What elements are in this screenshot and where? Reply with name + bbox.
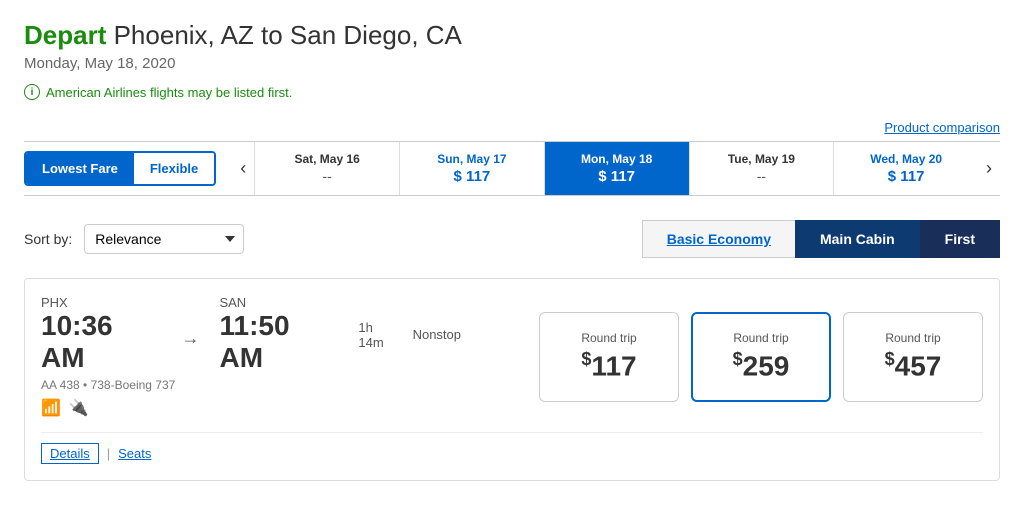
next-date-arrow[interactable]: › bbox=[978, 142, 1000, 195]
flight-duration: 1h 14m bbox=[358, 320, 400, 350]
wifi-icon: 📶 bbox=[41, 398, 61, 418]
price-card-first[interactable]: Round trip $457 bbox=[843, 312, 983, 402]
date-dash-sat16: -- bbox=[261, 168, 393, 184]
duration-stop: 1h 14m Nonstop bbox=[358, 320, 461, 350]
date-label-sun17: Sun, May 17 bbox=[406, 152, 538, 166]
date-cell-tue19[interactable]: Tue, May 19 -- bbox=[689, 142, 834, 195]
price-card-label-first: Round trip bbox=[885, 331, 940, 345]
arrive-time: 11:50 AM bbox=[219, 310, 338, 374]
date-label-tue19: Tue, May 19 bbox=[696, 152, 828, 166]
date-label-wed20: Wed, May 20 bbox=[840, 152, 972, 166]
notice-text: American Airlines flights may be listed … bbox=[46, 85, 292, 100]
price-card-amount-first: $457 bbox=[885, 349, 942, 382]
date-price-sun17: $ 117 bbox=[406, 168, 538, 185]
cabin-btn-main[interactable]: Main Cabin bbox=[795, 220, 920, 258]
sort-select[interactable]: RelevanceDepartureArrivalDurationPrice bbox=[84, 224, 244, 254]
flight-left: PHX 10:36 AM → SAN 11:50 AM 1h 14m Nonst… bbox=[41, 295, 461, 418]
aa-notice: i American Airlines flights may be liste… bbox=[24, 84, 1000, 100]
arrive-airport: SAN bbox=[219, 295, 338, 310]
product-comparison-link[interactable]: Product comparison bbox=[884, 120, 1000, 135]
sort-bar: Sort by: RelevanceDepartureArrivalDurati… bbox=[24, 220, 1000, 258]
price-card-basic[interactable]: Round trip $117 bbox=[539, 312, 679, 402]
depart-block: PHX 10:36 AM bbox=[41, 295, 161, 374]
price-card-main[interactable]: Round trip $259 bbox=[691, 312, 831, 402]
date-cell-sat16[interactable]: Sat, May 16 -- bbox=[254, 142, 399, 195]
date-dash-tue19: -- bbox=[696, 168, 828, 184]
price-card-amount-main: $259 bbox=[733, 349, 790, 382]
depart-airport: PHX bbox=[41, 295, 161, 310]
flight-footer: Details | Seats bbox=[41, 432, 983, 464]
airport-times: PHX 10:36 AM → SAN 11:50 AM 1h 14m Nonst… bbox=[41, 295, 461, 374]
flexible-fare-button[interactable]: Flexible bbox=[134, 153, 214, 184]
date-cell-wed20[interactable]: Wed, May 20 $ 117 bbox=[833, 142, 978, 195]
details-link[interactable]: Details bbox=[41, 443, 99, 464]
date-cells: Sat, May 16--Sun, May 17$ 117Mon, May 18… bbox=[254, 142, 978, 195]
price-card-amount-basic: $117 bbox=[581, 349, 636, 382]
footer-separator: | bbox=[107, 446, 110, 461]
cabin-buttons: Basic EconomyMain CabinFirst bbox=[642, 220, 1000, 258]
prev-date-arrow[interactable]: ‹ bbox=[232, 142, 254, 195]
cabin-btn-first[interactable]: First bbox=[920, 220, 1000, 258]
lowest-fare-button[interactable]: Lowest Fare bbox=[26, 153, 134, 184]
cabin-btn-basic[interactable]: Basic Economy bbox=[642, 220, 795, 258]
product-comparison-row: Product comparison bbox=[24, 120, 1000, 135]
flight-amenities: 📶 🔌 bbox=[41, 398, 461, 418]
date-label-mon18: Mon, May 18 bbox=[551, 152, 683, 166]
flight-meta: AA 438 • 738-Boeing 737 bbox=[41, 378, 461, 392]
flight-info-row: PHX 10:36 AM → SAN 11:50 AM 1h 14m Nonst… bbox=[41, 295, 983, 418]
price-card-label-main: Round trip bbox=[733, 331, 788, 345]
flight-card: PHX 10:36 AM → SAN 11:50 AM 1h 14m Nonst… bbox=[24, 278, 1000, 481]
date-price-mon18: $ 117 bbox=[551, 168, 683, 185]
flight-stops: Nonstop bbox=[413, 327, 461, 342]
date-cell-mon18[interactable]: Mon, May 18 $ 117 bbox=[544, 142, 689, 195]
date-cell-sun17[interactable]: Sun, May 17 $ 117 bbox=[399, 142, 544, 195]
power-icon: 🔌 bbox=[69, 398, 89, 418]
page-subtitle: Monday, May 18, 2020 bbox=[24, 55, 1000, 72]
flight-arrow-icon: → bbox=[181, 328, 199, 349]
route-text: Phoenix, AZ to San Diego, CA bbox=[114, 20, 462, 50]
info-icon: i bbox=[24, 84, 40, 100]
arrive-block: SAN 11:50 AM bbox=[219, 295, 338, 374]
depart-time: 10:36 AM bbox=[41, 310, 161, 374]
date-nav: Lowest Fare Flexible ‹ Sat, May 16 -- Sun,… bbox=[24, 141, 1000, 196]
date-price-wed20: $ 117 bbox=[840, 168, 972, 185]
date-label-sat16: Sat, May 16 bbox=[261, 152, 393, 166]
price-cards: Round trip $117 Round trip $259 Round trip $4… bbox=[539, 312, 983, 402]
fare-type-buttons: Lowest Fare Flexible bbox=[24, 151, 216, 186]
depart-word: Depart bbox=[24, 20, 106, 50]
page-title: Depart Phoenix, AZ to San Diego, CA bbox=[24, 20, 1000, 51]
price-card-label-basic: Round trip bbox=[581, 331, 636, 345]
sort-label: Sort by: bbox=[24, 231, 72, 247]
seats-link[interactable]: Seats bbox=[118, 446, 151, 461]
